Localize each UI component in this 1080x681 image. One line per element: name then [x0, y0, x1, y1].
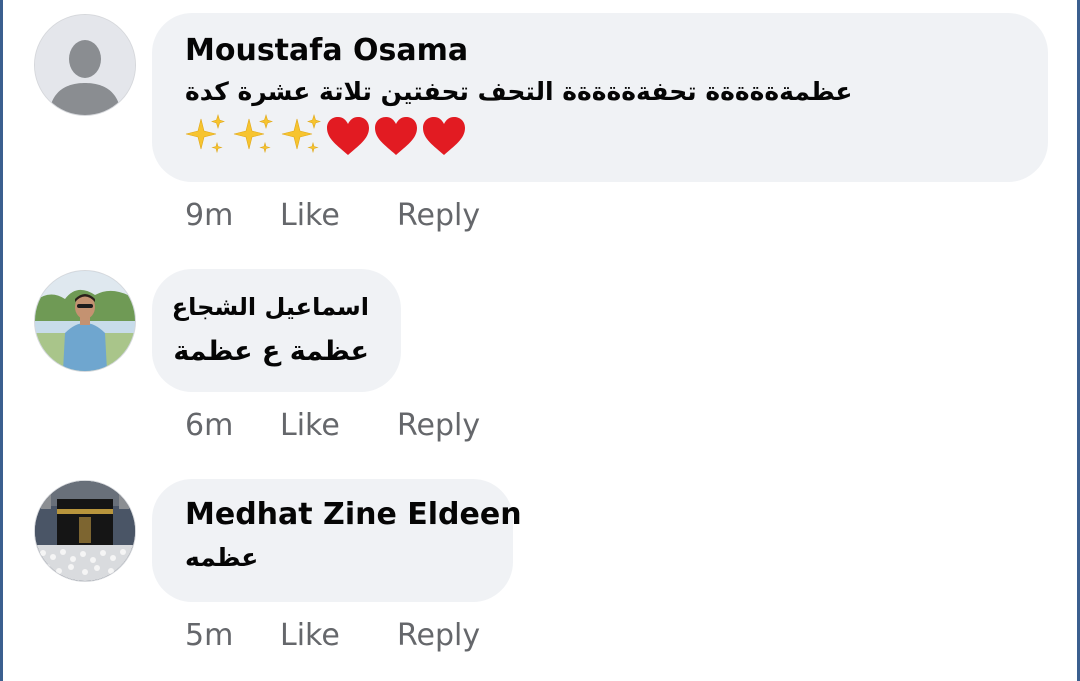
emoji-sparkles-hearts-icon: [185, 113, 465, 155]
reply-button[interactable]: Reply: [397, 406, 480, 446]
comment-bubble: Moustafa Osama عظمةةةةةة تحفةةةةةة التحف…: [152, 13, 1048, 182]
like-button[interactable]: Like: [280, 616, 340, 656]
comment-author[interactable]: اسماعيل الشجاع: [172, 287, 369, 327]
comment-author[interactable]: Medhat Zine Eldeen: [185, 495, 522, 535]
reply-button[interactable]: Reply: [397, 196, 480, 236]
like-button[interactable]: Like: [280, 196, 340, 236]
avatar[interactable]: [34, 14, 136, 116]
user-photo-icon: [35, 271, 135, 371]
comment-text: عظمةةةةةة تحفةةةةةة التحف تحفتين تلاتة ع…: [185, 77, 853, 106]
comment-author[interactable]: Moustafa Osama: [185, 31, 1016, 71]
avatar[interactable]: [34, 480, 136, 582]
avatar[interactable]: [34, 270, 136, 372]
reply-button[interactable]: Reply: [397, 616, 480, 656]
comment-timestamp[interactable]: 5m: [185, 616, 233, 656]
window-edge-left: [0, 0, 3, 681]
like-button[interactable]: Like: [280, 406, 340, 446]
comment-timestamp[interactable]: 9m: [185, 196, 233, 236]
comment-text: عظمة ع عظمة: [173, 336, 369, 367]
comment-emoji: ✨✨✨❤️❤️❤️: [185, 111, 1016, 175]
comment-text: عظمه: [185, 543, 259, 572]
default-profile-silhouette-icon: [35, 15, 135, 115]
comment-timestamp[interactable]: 6m: [185, 406, 233, 446]
comment-bubble: اسماعيل الشجاع عظمة ع عظمة: [152, 269, 401, 392]
kaaba-photo-icon: [35, 481, 135, 581]
comment-bubble: Medhat Zine Eldeen عظمه: [152, 479, 522, 602]
